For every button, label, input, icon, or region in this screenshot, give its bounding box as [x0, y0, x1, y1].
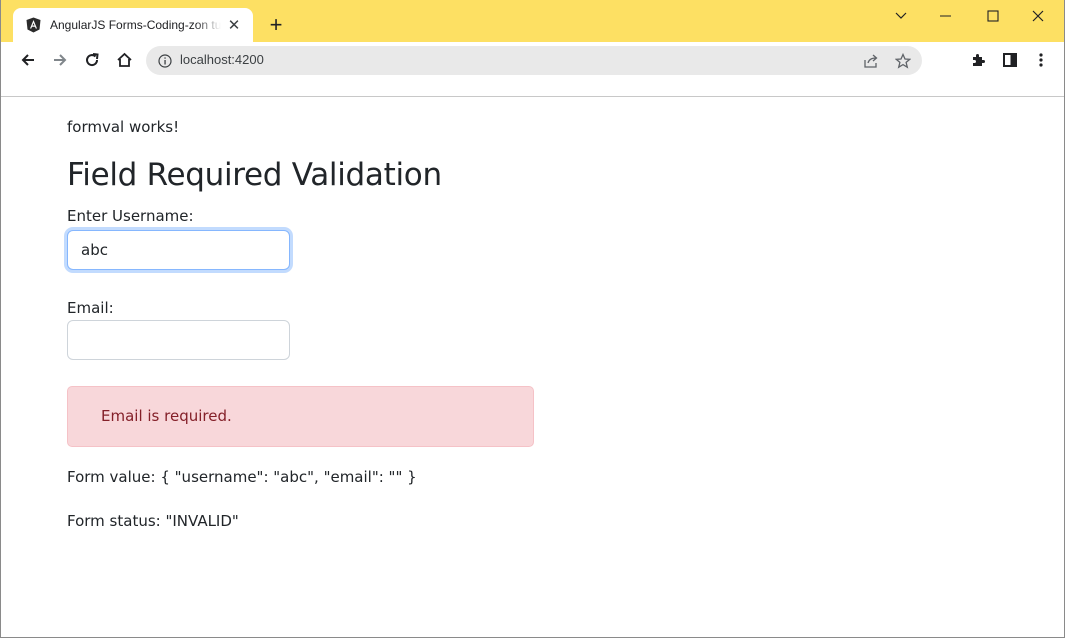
- page-title: Field Required Validation: [67, 157, 442, 193]
- back-icon[interactable]: [15, 47, 41, 73]
- tab-title: AngularJS Forms-Coding-zon tutorial: [50, 18, 221, 32]
- error-message: Email is required.: [101, 407, 232, 425]
- tab-close-icon[interactable]: ✕: [225, 16, 243, 34]
- component-text: formval works!: [67, 118, 180, 136]
- chevron-down-icon[interactable]: [878, 0, 924, 32]
- url-text: localhost:4200: [180, 52, 264, 67]
- username-input[interactable]: [67, 230, 290, 270]
- browser-tab[interactable]: AngularJS Forms-Coding-zon tutorial ✕: [13, 8, 253, 42]
- error-alert: Email is required.: [67, 386, 534, 447]
- form-value-text: Form value: { "username": "abc", "email"…: [67, 468, 417, 486]
- share-icon[interactable]: [861, 51, 881, 71]
- star-icon[interactable]: [893, 51, 913, 71]
- site-info-icon[interactable]: [155, 51, 175, 71]
- forward-icon[interactable]: [47, 47, 73, 73]
- browser-window: AngularJS Forms-Coding-zon tutorial ✕ +: [0, 0, 1065, 638]
- bookmarks-bar: [1, 80, 1064, 97]
- browser-toolbar: localhost:4200: [1, 42, 1064, 79]
- page-content: formval works! Field Required Validation…: [1, 97, 1064, 637]
- email-input[interactable]: [67, 320, 290, 360]
- close-icon[interactable]: [1015, 0, 1061, 32]
- angular-favicon-icon: [25, 17, 41, 33]
- form-status-text: Form status: "INVALID": [67, 512, 239, 530]
- side-panel-icon[interactable]: [997, 47, 1023, 73]
- address-bar[interactable]: localhost:4200: [146, 46, 922, 75]
- new-tab-button[interactable]: +: [264, 13, 288, 37]
- extensions-icon[interactable]: [965, 47, 991, 73]
- username-label: Enter Username:: [67, 207, 194, 225]
- maximize-icon[interactable]: [970, 0, 1016, 32]
- reload-icon[interactable]: [79, 47, 105, 73]
- home-icon[interactable]: [111, 47, 137, 73]
- menu-icon[interactable]: [1028, 47, 1054, 73]
- tab-strip: AngularJS Forms-Coding-zon tutorial ✕ +: [1, 0, 1064, 42]
- minimize-icon[interactable]: [923, 0, 969, 32]
- email-label: Email:: [67, 299, 114, 317]
